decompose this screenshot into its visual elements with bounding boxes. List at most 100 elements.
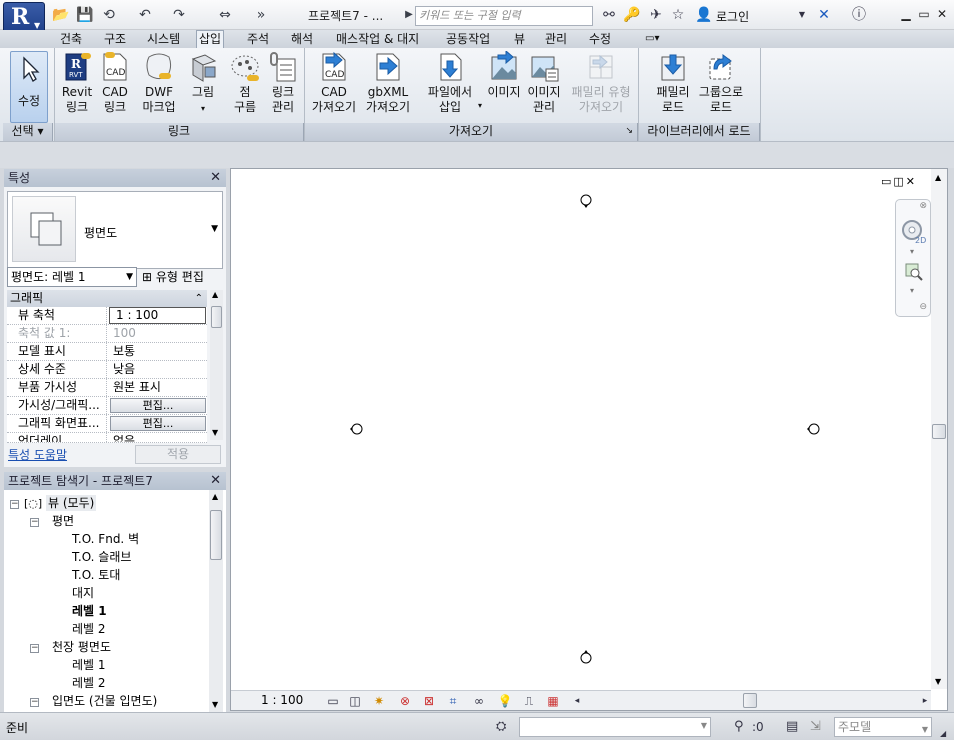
properties-title-bar[interactable]: 특성 ✕ (4, 169, 226, 187)
decal-button[interactable]: 그림 ▾ (186, 51, 220, 116)
sync-icon[interactable]: ⟲ (100, 6, 118, 24)
chevron-down-icon[interactable]: ▾ (910, 247, 914, 256)
drawing-area[interactable]: ▭◫✕ ⊗ 2D ▾ ▾ ⊖ ▲ ▼ 1 : 100 ▭ ◫ ✷ ⊗ ⊠ ⌗ ∞ (230, 168, 948, 711)
close-icon[interactable]: ✕ (210, 472, 221, 490)
tree-item-view[interactable]: 레벨 2 (72, 621, 106, 637)
canvas-vertical-scrollbar[interactable]: ▲ ▼ (931, 169, 947, 689)
browser-scrollbar[interactable]: ▲ ▼ (209, 490, 223, 712)
save-icon[interactable]: 💾 (76, 6, 94, 24)
sun-path-icon[interactable]: ✷ (371, 693, 387, 709)
scroll-down-icon[interactable]: ▼ (212, 428, 218, 437)
customize-icon[interactable]: ⊖ (919, 302, 927, 312)
shadows-icon[interactable]: ⊗ (397, 693, 413, 709)
editing-requests-icon[interactable]: ▤ (786, 718, 798, 736)
close-button[interactable]: ✕ (934, 6, 950, 22)
view-scale-selector[interactable]: 1 : 100 (261, 693, 303, 707)
tree-item-view-active[interactable]: 레벨 1 (72, 603, 107, 619)
elevation-marker-west[interactable] (350, 422, 364, 436)
tree-item-view[interactable]: 레벨 2 (72, 675, 106, 691)
scroll-thumb[interactable] (211, 306, 222, 328)
steering-wheel-2d-icon[interactable]: 2D (900, 218, 928, 246)
revit-link-button[interactable]: RVT R Revit 링크 (58, 51, 96, 115)
tab-architecture[interactable]: 건축 (58, 31, 84, 48)
more-tools-icon[interactable]: » (252, 6, 270, 24)
dwf-markup-button[interactable]: DWF 마크업 (137, 51, 181, 115)
point-cloud-button[interactable]: 점 구름 (228, 51, 262, 115)
tree-item-view[interactable]: 대지 (72, 585, 94, 601)
temporary-view-properties-icon[interactable]: ⎍ (521, 693, 537, 709)
tree-item-views-all[interactable]: 뷰 (모두) (46, 495, 97, 511)
close-icon[interactable]: ⊗ (919, 201, 927, 211)
insert-from-file-button[interactable]: 파일에서 삽입 (422, 51, 478, 115)
tree-item-view[interactable]: T.O. Fnd. 벽 (72, 531, 139, 547)
collapse-toggle[interactable]: − (30, 518, 39, 527)
close-icon[interactable]: ✕ (210, 169, 221, 187)
collapse-toggle[interactable]: − (30, 698, 39, 707)
restore-button[interactable]: ▭ (916, 6, 932, 22)
minimize-button[interactable]: ▁ (898, 6, 914, 22)
scroll-down-icon[interactable]: ▼ (212, 700, 218, 709)
image-button[interactable]: 이미지 (484, 51, 524, 100)
tab-collaborate[interactable]: 공동작업 (444, 31, 492, 48)
project-browser-title-bar[interactable]: 프로젝트 탐색기 - 프로젝트7 ✕ (4, 472, 226, 490)
scroll-right-icon[interactable]: ▸ (917, 693, 933, 709)
load-family-button[interactable]: 패밀리 로드 (652, 51, 694, 115)
temporary-hide-icon[interactable]: ∞ (471, 693, 487, 709)
tree-item-view[interactable]: T.O. 슬래브 (72, 549, 131, 565)
tree-item-ceiling-plans[interactable]: 천장 평면도 (52, 639, 111, 655)
zoom-region-icon[interactable] (904, 262, 924, 282)
property-value[interactable]: 보통 (108, 343, 207, 360)
user-icon[interactable]: 👤 (694, 5, 714, 25)
scroll-thumb[interactable] (932, 424, 946, 439)
manage-images-button[interactable]: 이미지 관리 (524, 51, 564, 115)
chevron-down-icon[interactable]: ▼ (796, 5, 808, 25)
scroll-down-icon[interactable]: ▼ (935, 677, 941, 686)
show-crop-icon[interactable]: ⌗ (445, 693, 461, 709)
design-option-selector[interactable]: 주모델 ▼ (834, 717, 932, 737)
login-link[interactable]: 로그인 (716, 8, 749, 25)
elevation-marker-south[interactable] (579, 649, 593, 665)
tab-modify[interactable]: 수정 (587, 31, 613, 48)
open-icon[interactable]: 📂 (52, 6, 70, 24)
reveal-hidden-icon[interactable]: 💡 (497, 693, 513, 709)
dialog-launcher-icon[interactable]: ↘ (625, 123, 633, 140)
select-panel-footer[interactable]: 선택 ▾ (3, 123, 53, 141)
collapse-toggle[interactable]: − (10, 500, 19, 509)
apply-button[interactable]: 적용 (135, 445, 221, 464)
tab-insert[interactable]: 삽입 (196, 30, 225, 48)
chevron-down-icon[interactable]: ▼ (211, 224, 218, 234)
visual-style-icon[interactable]: ◫ (347, 693, 363, 709)
import-family-types-button[interactable]: 패밀리 유형 가져오기 (566, 51, 636, 115)
scroll-thumb[interactable] (210, 510, 222, 560)
analytical-model-icon[interactable]: ▦ (545, 693, 561, 709)
detail-level-icon[interactable]: ▭ (325, 693, 341, 709)
tab-structure[interactable]: 구조 (102, 31, 128, 48)
tab-annotate[interactable]: 주석 (245, 31, 271, 48)
property-value[interactable]: 낮음 (108, 361, 207, 378)
worksets-icon[interactable]: ⛭ (496, 718, 506, 736)
edit-type-button[interactable]: ⊞ 유형 편집 (142, 267, 204, 287)
key-icon[interactable]: 🔑 (622, 5, 642, 25)
tree-item-view[interactable]: 레벨 1 (72, 657, 106, 673)
tab-analyze[interactable]: 해석 (289, 31, 315, 48)
workset-selector[interactable]: ▼ (519, 717, 711, 737)
exchange-icon[interactable]: ✕ (814, 5, 834, 25)
view-instance-selector[interactable]: 평면도: 레벨 1 ▼ (7, 267, 137, 287)
load-as-group-button[interactable]: 그룹으로 로드 (696, 51, 746, 115)
edit-button[interactable]: 편집... (110, 416, 206, 431)
view-window-controls[interactable]: ▭◫✕ (881, 175, 917, 188)
tab-view[interactable]: 뷰 (512, 31, 527, 48)
help-icon[interactable]: ⓘ (848, 5, 870, 25)
manage-links-button[interactable]: 링크 관리 (266, 51, 300, 115)
edit-button[interactable]: 편집... (110, 398, 206, 413)
elevation-marker-north[interactable] (579, 193, 593, 209)
import-cad-button[interactable]: CAD CAD 가져오기 (308, 51, 360, 115)
property-value[interactable]: 없음 (108, 433, 207, 442)
resize-grip-icon[interactable]: ◢ (940, 725, 946, 740)
design-options-icon[interactable]: ⇲ (810, 718, 821, 736)
ribbon-minimize-toggle[interactable]: ▭▾ (643, 31, 661, 48)
properties-help-link[interactable]: 특성 도움말 (8, 446, 67, 463)
horizontal-scroll-thumb[interactable] (743, 693, 757, 708)
type-selector[interactable]: 평면도 ▼ (7, 191, 223, 269)
scroll-left-icon[interactable]: ◂ (569, 693, 585, 709)
